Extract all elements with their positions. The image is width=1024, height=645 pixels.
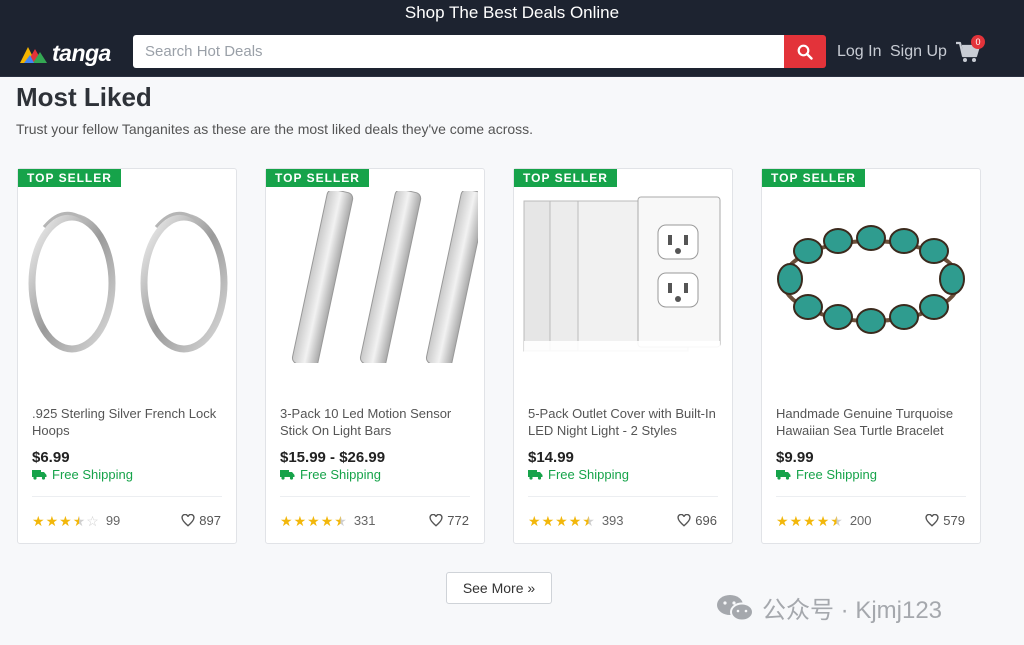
truck-icon [528, 470, 543, 480]
product-name[interactable]: Handmade Genuine Turquoise Hawaiian Sea … [776, 405, 976, 439]
free-shipping-label: Free Shipping [528, 467, 629, 482]
star-full-icon: ★ [541, 512, 555, 529]
like-count: 579 [943, 513, 965, 528]
rating-stars: ★ ★ ★ ★ ★ 393 [528, 513, 624, 528]
like-button[interactable]: 579 [925, 513, 965, 528]
star-full-icon: ★ [45, 512, 59, 529]
star-full-icon: ★ [568, 512, 582, 529]
led-light-bars-image[interactable] [272, 191, 478, 363]
star-full-icon: ★ [555, 512, 568, 529]
review-count: 200 [849, 513, 872, 528]
signup-link[interactable]: Sign Up [890, 43, 947, 61]
turquoise-turtle-bracelet-image[interactable] [768, 191, 974, 363]
product-price: $6.99 [32, 449, 70, 466]
card-divider [776, 496, 966, 497]
star-half-icon: ★ [72, 512, 86, 529]
review-count: 99 [105, 513, 121, 528]
product-price: $15.99 - $26.99 [280, 449, 386, 466]
truck-icon [776, 470, 791, 480]
search-icon [797, 44, 813, 60]
shipping-text: Free Shipping [548, 467, 629, 482]
star-full-icon: ★ [32, 512, 45, 529]
like-button[interactable]: 772 [429, 513, 469, 528]
top-seller-badge: TOP SELLER [18, 169, 121, 187]
star-full-icon: ★ [280, 512, 293, 529]
star-full-icon: ★ [293, 512, 307, 529]
star-full-icon: ★ [307, 512, 320, 529]
star-full-icon: ★ [776, 512, 789, 529]
free-shipping-label: Free Shipping [280, 467, 381, 482]
shipping-text: Free Shipping [300, 467, 381, 482]
card-divider [280, 496, 470, 497]
like-count: 897 [199, 513, 221, 528]
cart-count-badge: 0 [971, 35, 985, 49]
like-count: 772 [447, 513, 469, 528]
top-seller-badge: TOP SELLER [266, 169, 369, 187]
star-half-icon: ★ [582, 512, 595, 529]
card-divider [528, 496, 718, 497]
outlet-covers-image[interactable] [520, 191, 726, 363]
product-card[interactable]: TOP SELLER 3-Pack 10 Led Motion Sensor S… [265, 168, 485, 544]
promo-text: Shop The Best Deals Online [404, 3, 620, 22]
review-count: 393 [601, 513, 624, 528]
product-name[interactable]: .925 Sterling Silver French Lock Hoops [32, 405, 232, 439]
heart-icon [925, 514, 939, 527]
logo[interactable]: tanga [18, 40, 111, 67]
heart-icon [429, 514, 443, 527]
star-full-icon: ★ [803, 512, 816, 529]
like-count: 696 [695, 513, 717, 528]
star-full-icon: ★ [320, 512, 334, 529]
star-full-icon: ★ [789, 512, 803, 529]
star-empty-icon: ☆ [86, 512, 99, 529]
heart-icon [677, 514, 691, 527]
wechat-icon [717, 594, 754, 621]
see-more-button[interactable]: See More » [446, 572, 552, 604]
section-subtitle: Trust your fellow Tanganites as these ar… [16, 121, 534, 137]
site-header: tanga Log In Sign Up [0, 28, 1024, 77]
star-half-icon: ★ [334, 512, 347, 529]
tanga-logo-icon [20, 46, 47, 63]
truck-icon [280, 470, 295, 480]
star-full-icon: ★ [528, 512, 541, 529]
product-card[interactable]: TOP SELLER Handmade Genuine Turquoise Ha… [761, 168, 981, 544]
shipping-text: Free Shipping [796, 467, 877, 482]
star-full-icon: ★ [816, 512, 830, 529]
login-link[interactable]: Log In [837, 43, 881, 61]
truck-icon [32, 470, 47, 480]
star-full-icon: ★ [59, 512, 72, 529]
rating-stars: ★ ★ ★ ★ ★ 200 [776, 513, 872, 528]
top-seller-badge: TOP SELLER [514, 169, 617, 187]
silver-hoop-earrings-image[interactable] [24, 191, 230, 363]
section-title: Most Liked [16, 82, 152, 112]
like-button[interactable]: 897 [181, 513, 221, 528]
rating-stars: ★ ★ ★ ★ ★ 331 [280, 513, 376, 528]
product-card[interactable]: TOP SELLER 5-Pack Outlet Cover with Buil… [513, 168, 733, 544]
shipping-text: Free Shipping [52, 467, 133, 482]
promo-bar: Shop The Best Deals Online [0, 0, 1024, 28]
product-card[interactable]: TOP SELLER .925 Sterling Silver French L… [17, 168, 237, 544]
logo-text: tanga [52, 40, 111, 66]
product-price: $14.99 [528, 449, 574, 466]
review-count: 331 [353, 513, 376, 528]
heart-icon [181, 514, 195, 527]
free-shipping-label: Free Shipping [776, 467, 877, 482]
star-half-icon: ★ [830, 512, 843, 529]
watermark: 公众号 · Kjmj123 [716, 590, 942, 625]
search-input[interactable] [133, 35, 785, 68]
watermark-text: 公众号 · Kjmj123 [762, 597, 943, 624]
product-name[interactable]: 5-Pack Outlet Cover with Built-In LED Ni… [528, 405, 728, 439]
like-button[interactable]: 696 [677, 513, 717, 528]
product-price: $9.99 [776, 449, 814, 466]
search-button[interactable] [784, 35, 826, 68]
rating-stars: ★ ★ ★ ★ ☆ 99 [32, 513, 120, 528]
card-divider [32, 496, 222, 497]
product-name[interactable]: 3-Pack 10 Led Motion Sensor Stick On Lig… [280, 405, 480, 439]
top-seller-badge: TOP SELLER [762, 169, 865, 187]
free-shipping-label: Free Shipping [32, 467, 133, 482]
